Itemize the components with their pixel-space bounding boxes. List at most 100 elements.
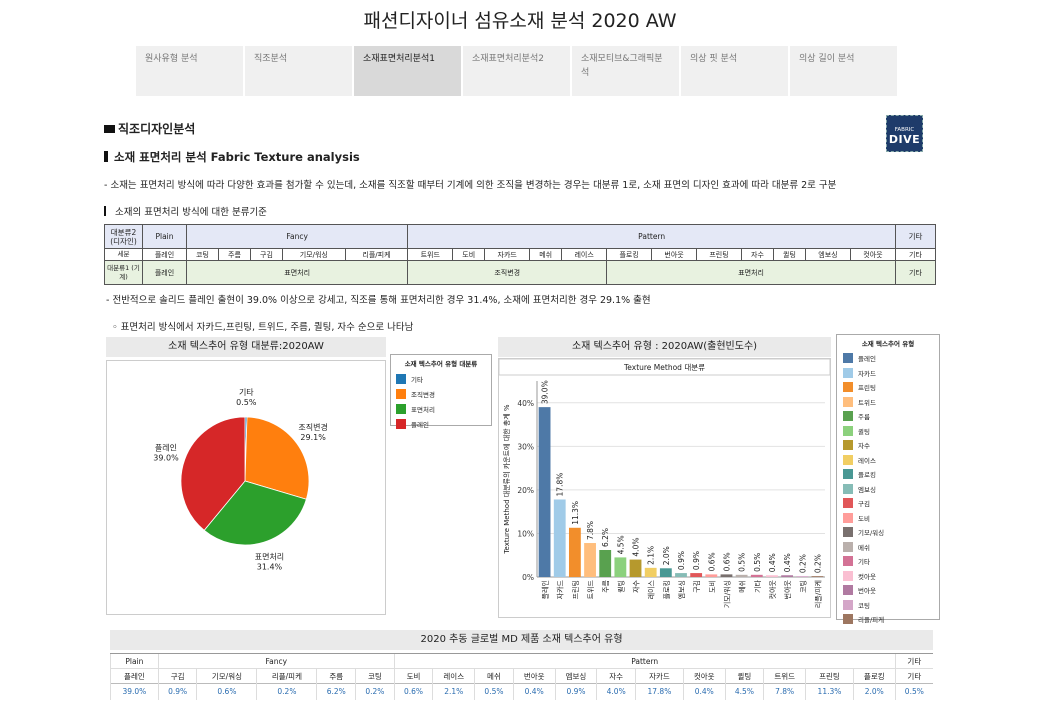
sum-value-cell: 11.3% — [805, 683, 854, 700]
bar — [568, 527, 581, 577]
bar-chart: Texture Method 대분류 Texture Method 대분류의 카운… — [498, 358, 831, 608]
sub-cell: 프린팅 — [696, 248, 742, 261]
tab-6[interactable]: 의상 길이 분석 — [790, 46, 897, 96]
sub-cell: 엠보싱 — [804, 248, 851, 261]
mech-weave: 조직변경 — [407, 260, 608, 285]
bar-value-label: 0.6% — [707, 552, 716, 571]
bar-value-label: 0.5% — [738, 553, 747, 572]
section-title: 직조디자인분석 — [104, 120, 195, 137]
note-summary: - 전반적으로 솔리드 플레인 출현이 39.0% 이상으로 강세고, 직조를 … — [106, 295, 651, 306]
legend-label: 도비 — [858, 514, 870, 523]
x-tick-label: 도비 — [707, 580, 716, 593]
x-tick-label: 프린팅 — [571, 580, 580, 599]
legend-swatch — [843, 440, 853, 451]
pie-chart-header: 소재 텍스추어 유형 대분류:2020AW — [106, 337, 386, 357]
sub-cell: 자카드 — [484, 248, 531, 261]
legend-label: 표면처리 — [411, 405, 435, 414]
sub-cell: 플로킹 — [606, 248, 653, 261]
group-etc: 기타 — [895, 224, 936, 249]
tab-1[interactable]: 직조분석 — [245, 46, 352, 96]
pie-slice-value: 29.1% — [300, 433, 326, 442]
sub-cell: 레이스 — [561, 248, 608, 261]
legend-label: 컷아웃 — [858, 572, 876, 581]
sum-value-cell: 2.1% — [432, 683, 475, 700]
bar-value-label: 0.9% — [692, 551, 701, 570]
legend-swatch — [843, 353, 853, 364]
bar-legend-item: 자카드 — [843, 366, 933, 381]
y-tick-label: 40% — [517, 399, 534, 408]
sum-col-header: 자수 — [596, 668, 636, 684]
tab-4[interactable]: 소재모티브&그래픽분석 — [572, 46, 679, 96]
pie-legend-item: 플레인 — [396, 416, 486, 431]
sum-col-header: 레이스 — [432, 668, 475, 684]
sum-value-cell: 0.9% — [157, 683, 197, 700]
x-tick-label: 퀼팅 — [616, 580, 625, 593]
legend-label: 리플/피케 — [858, 616, 885, 625]
bar — [735, 574, 748, 577]
tab-3[interactable]: 소재표면처리분석2 — [463, 46, 570, 96]
sum-col-header: 기타 — [894, 668, 933, 684]
sum-value-cell: 7.8% — [763, 683, 806, 700]
x-tick-label: 주름 — [602, 579, 610, 592]
legend-swatch — [843, 483, 853, 494]
bar-value-label: 0.9% — [677, 551, 686, 570]
pie-legend-item: 조직변경 — [396, 386, 486, 401]
x-tick-label: 기모/워싱 — [722, 580, 731, 608]
legend-label: 자수 — [858, 442, 870, 451]
x-tick-label: 자수 — [632, 579, 641, 592]
legend-swatch — [843, 570, 853, 581]
bar-legend-item: 플레인 — [843, 351, 933, 366]
tab-0[interactable]: 원사유형 분석 — [136, 46, 243, 96]
tab-2[interactable]: 소재표면처리분석1 — [354, 46, 461, 96]
mech-etc: 기타 — [895, 260, 936, 285]
sum-col-header: 엠보싱 — [554, 668, 597, 684]
legend-swatch — [396, 403, 406, 414]
y-tick-label: 10% — [517, 529, 534, 538]
sum-col-header: 컷아웃 — [682, 668, 726, 684]
row-label-machine: 대분류1 (기계) — [104, 260, 143, 285]
bar — [629, 559, 642, 577]
legend-label: 퀼팅 — [858, 427, 870, 436]
legend-label: 플로킹 — [858, 471, 876, 480]
legend-swatch — [843, 614, 853, 625]
sub-cell: 컷아웃 — [849, 248, 897, 261]
pie-slice-label: 기타 — [239, 388, 254, 397]
pie-slice-value: 0.5% — [236, 398, 257, 407]
sum-value-cell: 0.4% — [682, 683, 726, 700]
legend-label: 코팅 — [858, 601, 870, 610]
classification-table: 대분류2 (디자인) Plain Fancy Pattern 기타 세분 플레인… — [104, 224, 936, 285]
legend-label: 플레인 — [858, 355, 876, 364]
criteria-title: 소재의 표면처리 방식에 대한 분류기준 — [104, 204, 267, 218]
legend-label: 엠보싱 — [858, 485, 876, 494]
bar-value-label: 0.2% — [813, 554, 822, 573]
sum-value-cell: 0.4% — [512, 683, 556, 700]
summary-table-header: 2020 추동 글로벌 MD 제품 소재 텍스추어 유형 — [110, 630, 933, 650]
tab-5[interactable]: 의상 핏 분석 — [681, 46, 788, 96]
x-tick-label: 리플/피케 — [813, 580, 822, 608]
bar — [690, 573, 703, 577]
pie-legend-item: 기타 — [396, 371, 486, 386]
legend-swatch — [396, 418, 406, 429]
sub-cell: 코팅 — [186, 248, 219, 261]
x-tick-label: 레이스 — [647, 579, 656, 599]
sum-group-fancy: Fancy — [157, 653, 395, 669]
legend-swatch — [843, 541, 853, 552]
bar-value-label: 2.1% — [647, 546, 656, 565]
legend-label: 조직변경 — [411, 390, 435, 399]
legend-swatch — [843, 382, 853, 393]
bar-value-label: 17.8% — [556, 473, 565, 497]
bar-legend-item: 리플/피케 — [843, 612, 933, 627]
bar-value-label: 4.0% — [632, 538, 641, 557]
bar-legend-item: 구김 — [843, 496, 933, 511]
bar — [599, 549, 612, 577]
bar-value-label: 6.2% — [601, 528, 610, 547]
legend-label: 기모/워싱 — [858, 529, 885, 538]
y-tick-label: 30% — [517, 442, 534, 451]
sum-col-header: 자카드 — [635, 668, 684, 684]
legend-swatch — [843, 425, 853, 436]
sum-col-header: 프린팅 — [805, 668, 854, 684]
bar-value-label: 7.8% — [586, 521, 595, 540]
bar — [644, 567, 657, 577]
y-tick-label: 20% — [517, 486, 534, 495]
y-tick-label: 0% — [522, 573, 534, 582]
